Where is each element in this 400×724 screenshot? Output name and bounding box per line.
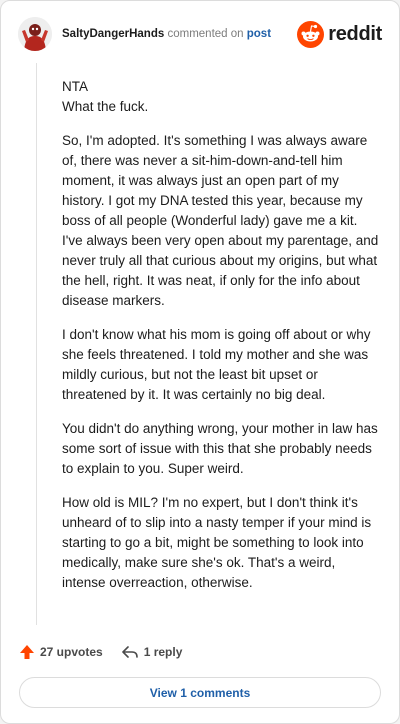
- upvote-count: 27 upvotes: [40, 645, 103, 659]
- comment-body: NTA What the fuck. So, I'm adopted. It's…: [62, 77, 379, 607]
- action-text: commented on: [167, 28, 244, 40]
- upvote-arrow-icon: [20, 645, 34, 659]
- comment-paragraph-3: I don't know what his mom is going off a…: [62, 327, 371, 402]
- avatar[interactable]: [18, 17, 52, 51]
- comment-actions: 27 upvotes 1 reply: [19, 641, 200, 663]
- comment-meta: SaltyDangerHands commented on post: [62, 27, 271, 41]
- reply-count: 1 reply: [143, 645, 183, 659]
- thread-line[interactable]: [36, 63, 37, 625]
- reddit-logo[interactable]: reddit: [297, 20, 382, 48]
- comment-paragraph-2: So, I'm adopted. It's something I was al…: [62, 133, 379, 308]
- reply-arrow-icon: [121, 646, 138, 658]
- reddit-snoo-icon: [297, 20, 325, 48]
- username-link[interactable]: SaltyDangerHands: [62, 28, 164, 40]
- upvote-button[interactable]: 27 upvotes: [19, 644, 103, 660]
- comment-paragraph-5: How old is MIL? I'm no expert, but I don…: [62, 495, 372, 590]
- comment-card: SaltyDangerHands commented on post reddi…: [0, 0, 400, 724]
- comment-paragraph-1: NTA What the fuck.: [62, 77, 379, 117]
- comment-line-wtf: What the fuck.: [62, 99, 149, 114]
- comment-line-nta: NTA: [62, 79, 88, 94]
- comment-header: SaltyDangerHands commented on post reddi…: [18, 17, 382, 53]
- comment-paragraph-4: You didn't do anything wrong, your mothe…: [62, 421, 378, 476]
- avatar-icon: [18, 17, 52, 51]
- post-link[interactable]: post: [247, 28, 271, 40]
- view-comments-button[interactable]: View 1 comments: [19, 677, 381, 708]
- reddit-wordmark: reddit: [328, 22, 382, 45]
- reply-button[interactable]: 1 reply: [121, 644, 183, 660]
